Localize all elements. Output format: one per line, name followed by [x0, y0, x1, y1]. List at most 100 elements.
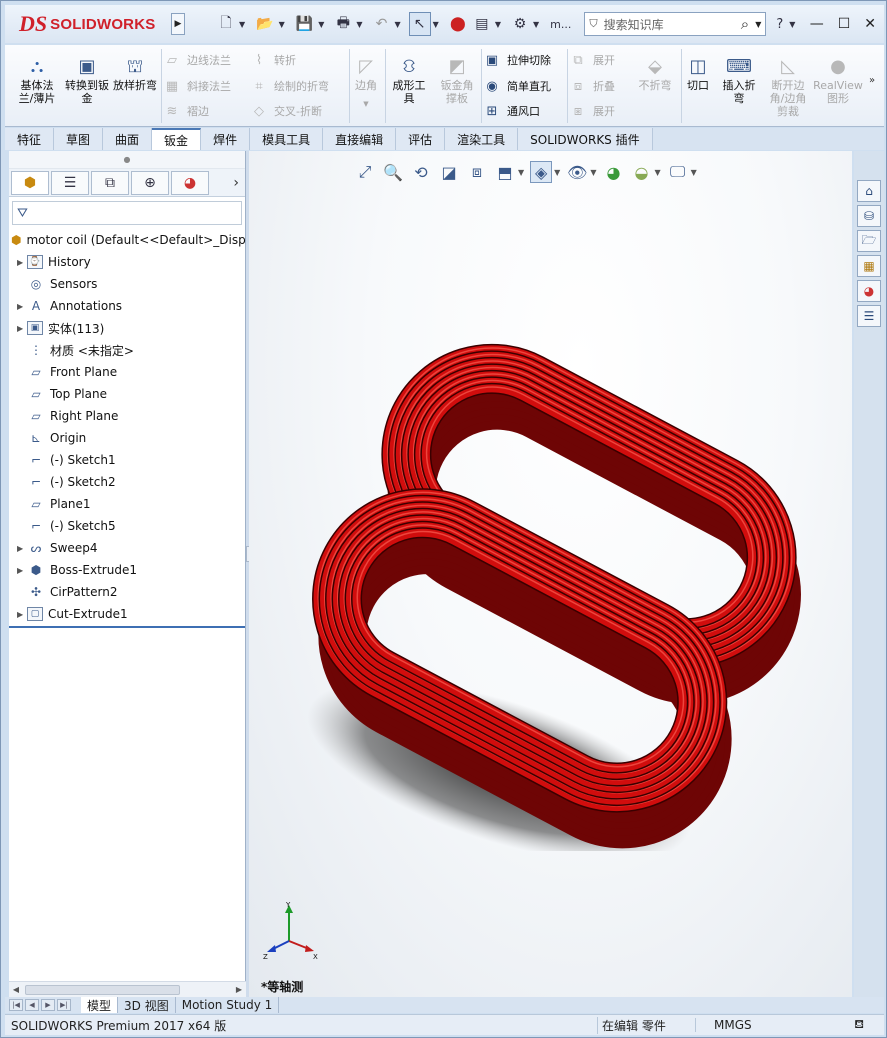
- tree-item[interactable]: ▶ A Annotations: [9, 295, 245, 317]
- tree-horizontal-scrollbar[interactable]: ◀ ▶: [9, 981, 246, 997]
- new-document-icon[interactable]: 🗋: [215, 12, 237, 36]
- miter-flange-button[interactable]: ▦ 斜接法兰: [163, 75, 231, 97]
- bottom-tab-1[interactable]: 模型: [81, 997, 119, 1013]
- tree-item[interactable]: ▱ Plane1: [9, 493, 245, 515]
- search-scope-icon[interactable]: ⛉: [589, 17, 597, 31]
- rollback-bar[interactable]: [9, 626, 245, 628]
- tab-first-icon[interactable]: |◀: [9, 999, 23, 1011]
- view-settings-monitor-icon[interactable]: 🖵: [667, 161, 689, 183]
- view-orientation-icon[interactable]: ⬒: [494, 161, 516, 183]
- tab-7[interactable]: 直接编辑: [323, 128, 397, 150]
- tab-next-icon[interactable]: ▶: [41, 999, 55, 1011]
- insert-bends-button[interactable]: ⌨ 插入折弯: [717, 55, 761, 105]
- design-library-icon[interactable]: ⛁: [857, 205, 881, 227]
- tab-8[interactable]: 评估: [396, 128, 446, 150]
- hide-show-dropdown-icon[interactable]: ▼: [590, 168, 596, 177]
- properties-dropdown-icon[interactable]: ▼: [495, 20, 501, 29]
- graphics-area[interactable]: ⤢ 🔍 ⟲ ◪ ⧈ ⬒▼ ◈▼ 👁▼ ◕ ◒▼ 🖵▼ ◧ ◨ — ❐ ✕: [249, 151, 852, 997]
- help-dropdown-icon[interactable]: ▼: [789, 17, 795, 32]
- tab-5[interactable]: 焊件: [201, 128, 251, 150]
- feature-manager-tab-icon[interactable]: ⬢: [11, 170, 49, 195]
- tree-item[interactable]: ▶ ⌚ History: [9, 251, 245, 273]
- tree-item[interactable]: ◎ Sensors: [9, 273, 245, 295]
- view-palette-icon[interactable]: ▦: [857, 255, 881, 277]
- tree-item[interactable]: ✣ CirPattern2: [9, 581, 245, 603]
- previous-view-icon[interactable]: ⟲: [410, 161, 432, 183]
- expand-arrow-icon[interactable]: ▶: [17, 302, 27, 311]
- edit-appearance-icon[interactable]: ◕: [602, 161, 624, 183]
- print-icon[interactable]: 🖶: [332, 12, 354, 36]
- options-gear-icon[interactable]: ⚙: [509, 12, 531, 36]
- base-flange-button[interactable]: ⛬ 基体法兰/薄片: [15, 55, 59, 105]
- undo-dropdown-icon[interactable]: ▼: [395, 20, 401, 29]
- bottom-tab-2[interactable]: 3D 视图: [118, 997, 176, 1013]
- no-bends-button[interactable]: ⬙ 不折弯: [633, 55, 677, 92]
- extruded-cut-button[interactable]: ▣ 拉伸切除: [483, 49, 551, 71]
- cross-break-button[interactable]: ◇ 交叉-折断: [250, 100, 322, 122]
- more-commands[interactable]: m...: [547, 12, 574, 36]
- sheet-metal-gusset-button[interactable]: ◩ 钣金角撑板: [435, 55, 479, 105]
- tree-item[interactable]: ▶ ᔕ Sweep4: [9, 537, 245, 559]
- display-manager-tab-icon[interactable]: ◕: [171, 170, 209, 195]
- scene-dropdown-icon[interactable]: ▼: [654, 168, 660, 177]
- rebuild-traffic-light-icon[interactable]: ⬤: [447, 12, 469, 36]
- scroll-thumb[interactable]: [25, 984, 180, 995]
- realview-button[interactable]: ● RealView图形: [813, 55, 863, 105]
- file-explorer-folder-icon[interactable]: 🗁: [857, 230, 881, 252]
- search-input[interactable]: 搜索知识库: [604, 16, 735, 33]
- bottom-tab-3[interactable]: Motion Study 1: [176, 997, 280, 1013]
- sketched-bend-button[interactable]: ⌗ 绘制的折弯: [250, 75, 329, 97]
- custom-properties-icon[interactable]: ☰: [857, 305, 881, 327]
- lofted-bend-button[interactable]: ⛫ 放样折弯: [113, 55, 157, 92]
- apply-scene-icon[interactable]: ◒: [630, 161, 652, 183]
- open-folder-icon[interactable]: 📂: [253, 12, 276, 36]
- display-style-dropdown-icon[interactable]: ▼: [554, 168, 560, 177]
- minimize-icon[interactable]: —: [810, 16, 824, 32]
- ribbon-more-icon[interactable]: »: [869, 75, 875, 86]
- tab-6[interactable]: 模具工具: [250, 128, 324, 150]
- fold-button[interactable]: ⧈ 折叠: [569, 75, 615, 97]
- tab-3[interactable]: 曲面: [103, 128, 153, 150]
- tab-2[interactable]: 草图: [54, 128, 104, 150]
- expand-arrow-icon[interactable]: ▶: [17, 610, 27, 619]
- corners-dropdown-icon[interactable]: ▼: [363, 98, 368, 111]
- hem-button[interactable]: ≋ 褶边: [163, 100, 209, 122]
- file-properties-icon[interactable]: ▤: [471, 12, 493, 36]
- tree-item[interactable]: ⌐ (-) Sketch5: [9, 515, 245, 537]
- scroll-left-icon[interactable]: ◀: [9, 985, 23, 994]
- close-icon[interactable]: ✕: [864, 16, 876, 32]
- dimxpert-manager-tab-icon[interactable]: ⊕: [131, 170, 169, 195]
- open-dropdown-icon[interactable]: ▼: [279, 20, 285, 29]
- edge-flange-button[interactable]: ▱ 边线法兰: [163, 49, 231, 71]
- options-dropdown-icon[interactable]: ▼: [533, 20, 539, 29]
- tree-item[interactable]: ▱ Top Plane: [9, 383, 245, 405]
- view-orientation-dropdown-icon[interactable]: ▼: [518, 168, 524, 177]
- tree-item[interactable]: ⋮ 材质 <未指定>: [9, 339, 245, 361]
- zoom-to-area-icon[interactable]: 🔍: [382, 161, 404, 183]
- tab-9[interactable]: 渲染工具: [445, 128, 519, 150]
- tree-item[interactable]: ▱ Right Plane: [9, 405, 245, 427]
- expand-arrow-icon[interactable]: ▶: [17, 324, 27, 333]
- expand-arrow-icon[interactable]: ▶: [17, 258, 27, 267]
- break-corner-button[interactable]: ◺ 断开边角/边角剪裁: [765, 55, 811, 118]
- hide-show-items-icon[interactable]: 👁: [566, 161, 588, 183]
- tab-1[interactable]: 特征: [5, 128, 55, 150]
- tree-filter-field[interactable]: ⛛: [12, 201, 242, 225]
- corners-button[interactable]: ◸ 边角 ▼: [351, 55, 381, 111]
- tab-last-icon[interactable]: ▶|: [57, 999, 71, 1011]
- tree-item[interactable]: ⊾ Origin: [9, 427, 245, 449]
- tab-prev-icon[interactable]: ◀: [25, 999, 39, 1011]
- select-dropdown-icon[interactable]: ▼: [433, 20, 439, 29]
- rip-button[interactable]: ◫ 切口: [683, 55, 713, 92]
- expand-arrow-icon[interactable]: ▶: [17, 566, 27, 575]
- tree-root-part[interactable]: ⬢ motor coil (Default<<Default>_Disp: [9, 229, 246, 251]
- vent-button[interactable]: ⊞ 通风口: [483, 100, 540, 122]
- zoom-to-fit-icon[interactable]: ⤢: [354, 161, 376, 183]
- search-dropdown-icon[interactable]: ▼: [755, 20, 761, 29]
- menu-expand-arrow-icon[interactable]: ▶: [171, 13, 185, 35]
- panel-grip[interactable]: ●: [9, 151, 245, 169]
- tree-item[interactable]: ⌐ (-) Sketch1: [9, 449, 245, 471]
- tab-10[interactable]: SOLIDWORKS 插件: [518, 128, 653, 150]
- search-icon[interactable]: ⌕: [741, 15, 749, 33]
- section-view-icon[interactable]: ◪: [438, 161, 460, 183]
